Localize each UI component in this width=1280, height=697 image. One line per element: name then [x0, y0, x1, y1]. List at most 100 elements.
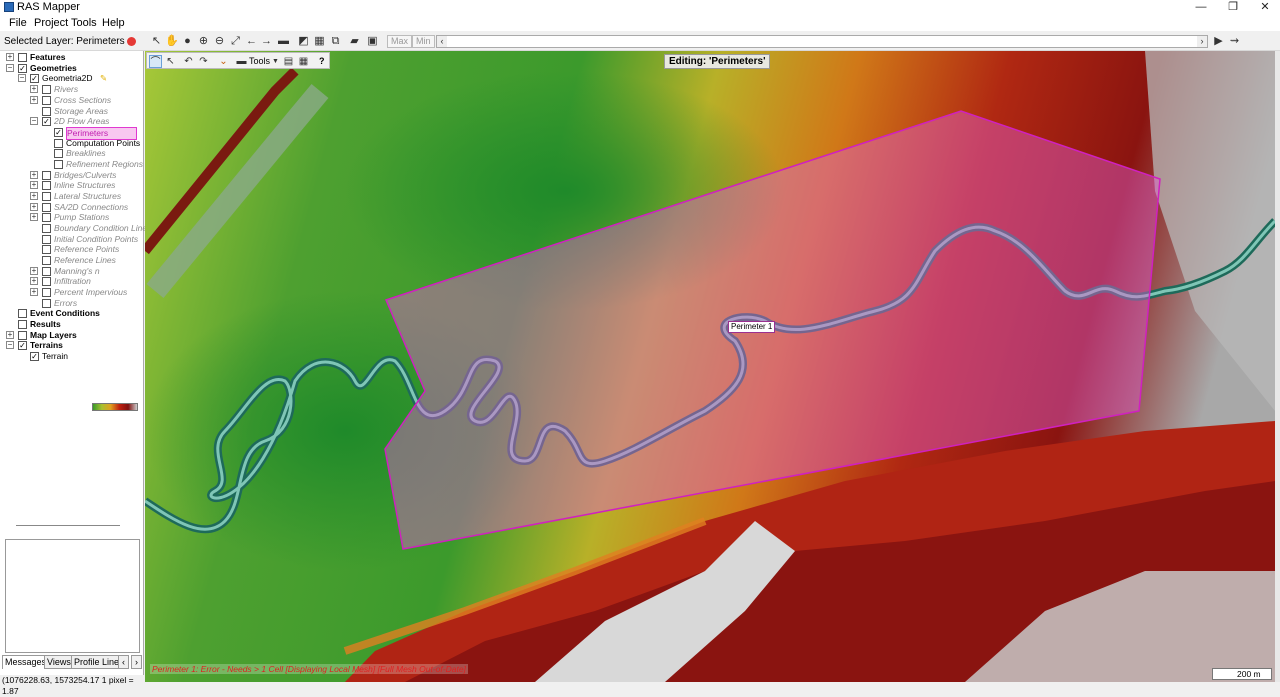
checkbox-rivers[interactable]: [42, 85, 51, 94]
checkbox-boundary-condition-lines[interactable]: [42, 224, 51, 233]
min-button[interactable]: Min: [412, 35, 435, 48]
checkbox-terrains[interactable]: ✓: [18, 341, 27, 350]
draw-line-icon[interactable]: ⌄: [217, 55, 230, 68]
expand-icon[interactable]: +: [30, 267, 38, 275]
tree-item-boundary-condition-lines[interactable]: Boundary Condition Lines: [30, 223, 151, 234]
measure-icon[interactable]: ▬: [277, 35, 290, 48]
expand-icon[interactable]: +: [30, 213, 38, 221]
checkbox-2d-flow-areas[interactable]: ✓: [42, 117, 51, 126]
checkbox-event-conditions[interactable]: [18, 309, 27, 318]
checkbox-geometria2d[interactable]: ✓: [30, 74, 39, 83]
tree-item-pump-stations[interactable]: + Pump Stations: [30, 212, 140, 223]
menu-project[interactable]: Project: [34, 17, 68, 29]
edit-select-icon[interactable]: ⌒: [149, 55, 162, 68]
back-arrow-icon[interactable]: ←: [245, 35, 258, 48]
dropdown-arrow-icon[interactable]: ▼: [269, 55, 282, 68]
checkbox-mannings-n[interactable]: [42, 267, 51, 276]
tree-item-terrains[interactable]: − ✓ Terrains: [6, 340, 136, 351]
map-vertical-scrollbar[interactable]: [1275, 51, 1280, 682]
checkbox-initial-condition-points[interactable]: [42, 235, 51, 244]
time-slider[interactable]: ‹ ›: [436, 35, 1208, 48]
checkbox-computation-points[interactable]: [54, 139, 63, 148]
slider-right-arrow-icon[interactable]: ›: [1197, 36, 1207, 47]
tools-menu-icon[interactable]: ▬: [235, 55, 248, 68]
slider-left-arrow-icon[interactable]: ‹: [437, 36, 447, 47]
close-button[interactable]: ✕: [1250, 0, 1280, 15]
tree-item-infiltration[interactable]: + Infiltration: [30, 276, 140, 287]
expand-icon[interactable]: +: [30, 192, 38, 200]
layers-icon[interactable]: ⧉: [329, 35, 342, 48]
map-canvas[interactable]: ⌒ ↖ ↶ ↷ ⌄ ▬ Tools ▼ ▤ ▦ ? Editing: 'Peri…: [145, 51, 1275, 682]
panel-divider[interactable]: [16, 525, 120, 526]
tree-item-event-conditions[interactable]: Event Conditions: [6, 308, 136, 319]
edit-pointer-icon[interactable]: ↖: [164, 55, 177, 68]
tab-scroll-left-icon[interactable]: ‹: [118, 655, 129, 669]
collapse-icon[interactable]: −: [6, 341, 14, 349]
expand-icon[interactable]: +: [30, 288, 38, 296]
tree-item-cross-sections[interactable]: + Cross Sections: [30, 95, 140, 106]
table-icon[interactable]: ▦: [297, 55, 310, 68]
checkbox-storage-areas[interactable]: [42, 107, 51, 116]
checkbox-refinement-regions[interactable]: [54, 160, 63, 169]
collapse-icon[interactable]: −: [30, 117, 38, 125]
expand-icon[interactable]: +: [30, 203, 38, 211]
terrain-color-ramp[interactable]: [92, 403, 138, 411]
profile-icon[interactable]: ◩: [297, 35, 310, 48]
tree-item-terrain[interactable]: ✓ Terrain: [18, 351, 88, 362]
tree-item-features[interactable]: + Features: [6, 52, 136, 63]
collapse-icon[interactable]: −: [18, 74, 26, 82]
redo-icon[interactable]: ↷: [197, 55, 210, 68]
max-button[interactable]: Max: [387, 35, 413, 48]
checkbox-results[interactable]: [18, 320, 27, 329]
checkbox-infiltration[interactable]: [42, 277, 51, 286]
forward-arrow-icon[interactable]: →: [260, 35, 273, 48]
help-button[interactable]: ?: [319, 55, 325, 68]
add-note-icon[interactable]: ▤: [282, 55, 295, 68]
expand-icon[interactable]: +: [30, 171, 38, 179]
expand-icon[interactable]: +: [6, 53, 14, 61]
checkbox-percent-impervious[interactable]: [42, 288, 51, 297]
tree-item-perimeters[interactable]: ✓ Perimeters: [42, 127, 142, 140]
checkbox-features[interactable]: [18, 53, 27, 62]
tree-item-rivers[interactable]: + Rivers: [30, 84, 140, 95]
map-layers-icon[interactable]: ▰: [348, 35, 361, 48]
checkbox-geometries[interactable]: ✓: [18, 64, 27, 73]
checkbox-sa2d-connections[interactable]: [42, 203, 51, 212]
expand-icon[interactable]: +: [30, 85, 38, 93]
stop-editing-icon[interactable]: [127, 37, 136, 46]
tree-item-reference-points[interactable]: Reference Points: [30, 244, 140, 255]
menu-tools[interactable]: Tools: [71, 17, 97, 29]
tab-scroll-right-icon[interactable]: ›: [131, 655, 142, 669]
checkbox-breaklines[interactable]: [54, 149, 63, 158]
tree-item-reference-lines[interactable]: Reference Lines: [30, 255, 140, 266]
tree-item-percent-impervious[interactable]: + Percent Impervious: [30, 287, 140, 298]
expand-icon[interactable]: +: [30, 277, 38, 285]
play-icon[interactable]: ▶: [1212, 35, 1225, 48]
tree-item-geometria2d[interactable]: − ✓ Geometria2D ✎: [18, 73, 138, 84]
minimize-button[interactable]: —: [1186, 0, 1216, 15]
checkbox-reference-lines[interactable]: [42, 256, 51, 265]
undo-icon[interactable]: ↶: [182, 55, 195, 68]
tree-item-results[interactable]: Results: [6, 319, 136, 330]
tree-item-refinement-regions[interactable]: Refinement Regions: [42, 159, 143, 170]
expand-icon[interactable]: +: [30, 96, 38, 104]
tree-item-lateral-structures[interactable]: + Lateral Structures: [30, 191, 140, 202]
checkbox-reference-points[interactable]: [42, 245, 51, 254]
menu-help[interactable]: Help: [102, 17, 125, 29]
restore-button[interactable]: ❐: [1218, 0, 1248, 15]
animate-icon[interactable]: ⇝: [1228, 35, 1241, 48]
pan-hand-icon[interactable]: ✋: [165, 35, 179, 48]
checkbox-perimeters[interactable]: ✓: [54, 128, 63, 137]
tree-item-breaklines[interactable]: Breaklines: [42, 148, 142, 159]
tab-views[interactable]: Views: [44, 655, 74, 669]
zoom-in-icon[interactable]: ⊕: [197, 35, 210, 48]
checkbox-cross-sections[interactable]: [42, 96, 51, 105]
checkbox-inline-structures[interactable]: [42, 181, 51, 190]
tree-item-inline-structures[interactable]: + Inline Structures: [30, 180, 140, 191]
checkbox-errors[interactable]: [42, 299, 51, 308]
checkbox-lateral-structures[interactable]: [42, 192, 51, 201]
tree-item-2d-flow-areas[interactable]: − ✓ 2D Flow Areas: [30, 116, 140, 127]
database-icon[interactable]: ▣: [366, 35, 379, 48]
zoom-out-icon[interactable]: ⊖: [213, 35, 226, 48]
expand-icon[interactable]: +: [30, 181, 38, 189]
